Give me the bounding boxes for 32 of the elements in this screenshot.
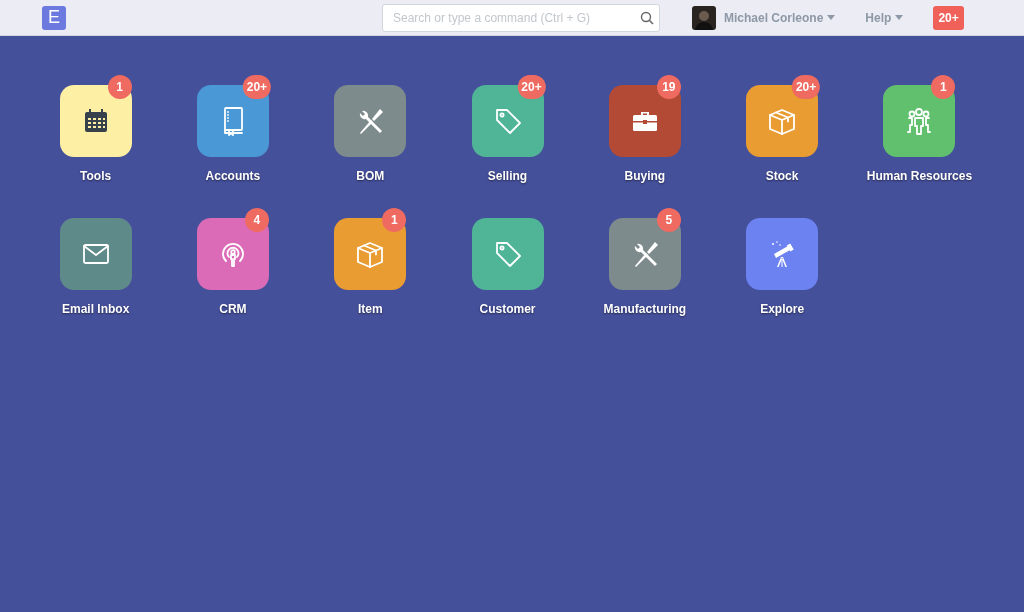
count-badge: 20+ — [517, 75, 546, 99]
module-label[interactable]: Buying — [624, 169, 666, 183]
search-field[interactable]: Search or type a command (Ctrl + G) — [382, 3, 660, 32]
search-icon — [640, 10, 654, 25]
caret-icon — [895, 15, 904, 20]
module-label[interactable]: Human Resources — [866, 169, 973, 183]
module-label[interactable]: Customer — [479, 302, 536, 316]
app-logo[interactable]: E — [42, 5, 66, 30]
module-label[interactable]: Selling — [487, 169, 528, 183]
count-badge: 20+ — [242, 75, 272, 99]
module-label[interactable]: Accounts — [205, 169, 261, 183]
module-tile[interactable] — [471, 218, 544, 290]
module-tile[interactable] — [746, 218, 819, 290]
count-badge: 19 — [656, 75, 681, 99]
module-label[interactable]: BOM — [356, 169, 385, 183]
module-label[interactable]: CRM — [219, 302, 247, 316]
caret-icon — [827, 15, 836, 20]
count-badge: 5 — [656, 208, 681, 232]
count-badge: 1 — [107, 75, 132, 99]
count-badge: 1 — [382, 208, 407, 232]
module-label[interactable]: Item — [357, 302, 383, 316]
module-label[interactable]: Explore — [760, 302, 805, 316]
module-label[interactable]: Stock — [765, 169, 799, 183]
module-tile[interactable] — [334, 85, 407, 157]
module-label[interactable]: Manufacturing — [603, 302, 687, 316]
count-badge: 4 — [244, 208, 269, 232]
count-badge: 1 — [931, 75, 956, 99]
module-tile[interactable] — [59, 218, 132, 290]
module-label[interactable]: Email Inbox — [61, 302, 130, 316]
avatar[interactable] — [692, 5, 716, 30]
count-badge: 20+ — [791, 75, 821, 99]
module-label[interactable]: Tools — [80, 169, 112, 183]
